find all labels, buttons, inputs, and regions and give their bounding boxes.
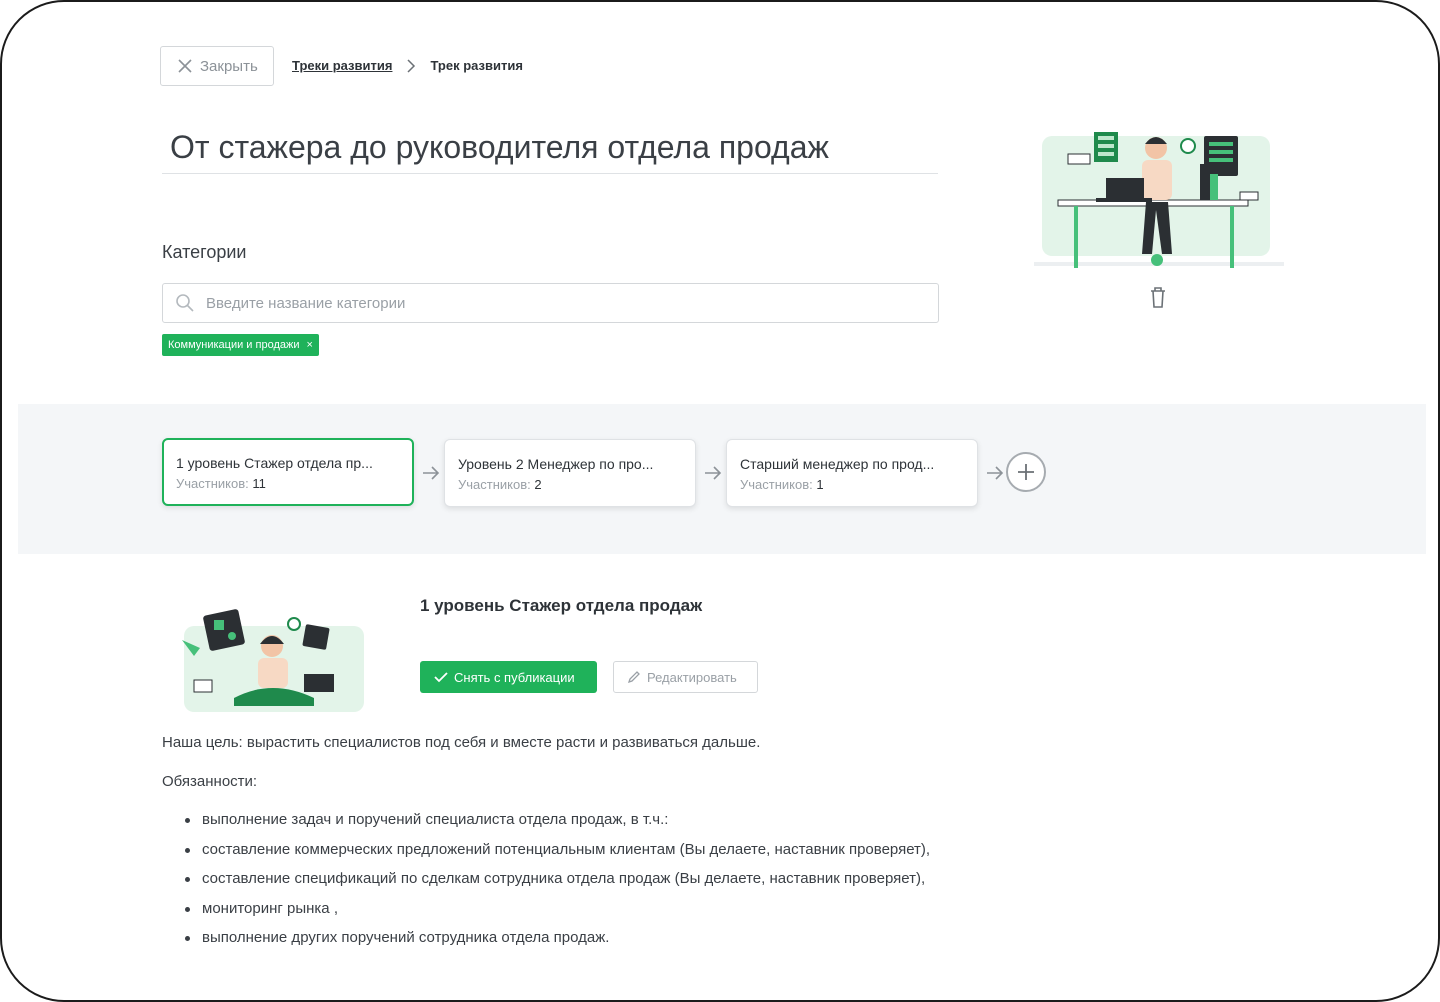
level-name: Уровень 2 Менеджер по про... [458,456,654,472]
pencil-icon [627,671,640,684]
category-search-input[interactable] [204,293,908,313]
breadcrumb-link-tracks[interactable]: Треки развития [292,58,392,73]
level-illustration [182,609,364,712]
breadcrumb: Треки развития Трек развития [292,58,523,73]
edit-button-label: Редактировать [647,669,737,685]
trash-icon[interactable] [1148,286,1168,310]
breadcrumb-current: Трек развития [430,58,523,73]
level-title: 1 уровень Стажер отдела продаж [420,596,703,615]
unpublish-button-label: Снять с публикации [454,669,575,685]
list-item: мониторинг рынка , [184,892,930,922]
categories-label: Категории [162,242,247,262]
add-level-button[interactable] [1006,452,1046,492]
category-tag: Коммуникации и продажи × [162,334,319,356]
arrow-right-icon [987,466,1004,480]
arrow-right-icon [423,466,440,480]
close-button[interactable]: Закрыть [160,46,274,86]
level-card[interactable]: Старший менеджер по прод... Участников: … [726,439,978,507]
level-card[interactable]: Уровень 2 Менеджер по про... Участников:… [444,439,696,507]
plus-icon [1018,464,1034,480]
duties-list: выполнение задач и поручений специалиста… [162,803,930,951]
check-icon [434,672,448,683]
level-goal-text: Наша цель: вырастить специалистов под се… [162,734,761,751]
level-card[interactable]: 1 уровень Стажер отдела пр... Участников… [162,438,414,506]
list-item: выполнение других поручений сотрудника о… [184,921,930,951]
close-icon [178,59,192,73]
track-illustration [1034,132,1284,268]
track-title-input[interactable]: От стажера до руководителя отдела продаж [162,120,938,174]
level-name: 1 уровень Стажер отдела пр... [176,455,373,471]
category-search-field[interactable] [162,283,939,323]
app-window: Закрыть Треки развития Трек развития От … [0,0,1440,1002]
list-item: составление спецификаций по сделкам сотр… [184,862,930,892]
tag-remove-icon[interactable]: × [307,339,313,351]
category-tag-label: Коммуникации и продажи [168,339,300,351]
level-name: Старший менеджер по прод... [740,456,935,472]
unpublish-button[interactable]: Снять с публикации [420,661,597,693]
chevron-right-icon [404,58,418,73]
duties-label: Обязанности: [162,773,258,790]
list-item: составление коммерческих предложений пот… [184,833,930,863]
level-participants: Участников: 1 [740,477,824,492]
search-icon [176,294,194,312]
level-participants: Участников: 11 [176,476,266,491]
list-item: выполнение задач и поручений специалиста… [184,803,930,833]
level-participants: Участников: 2 [458,477,542,492]
close-button-label: Закрыть [200,57,258,75]
edit-button[interactable]: Редактировать [613,661,758,693]
arrow-right-icon [705,466,722,480]
